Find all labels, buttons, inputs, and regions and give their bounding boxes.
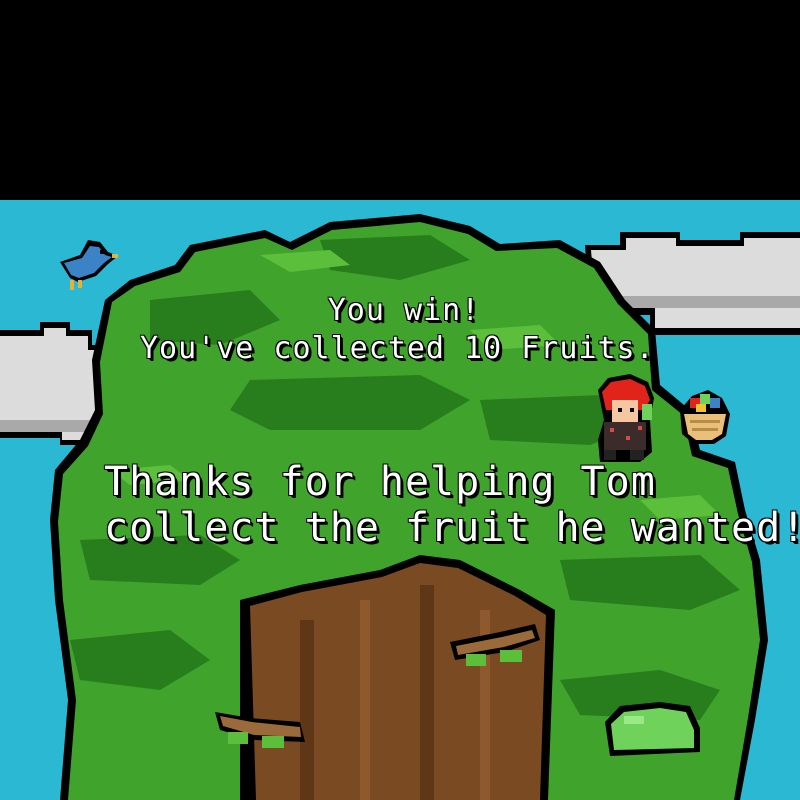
small-bush xyxy=(605,702,700,756)
thanks-message-line-1: Thanks for helping Tom xyxy=(104,459,656,505)
top-black-band xyxy=(0,0,800,200)
game-scene: You win! You've collected 10 Fruits. Tha… xyxy=(0,0,800,800)
win-message: You win! xyxy=(327,293,481,328)
tom-character xyxy=(598,374,654,462)
scene-art xyxy=(0,0,800,800)
tree-trunk xyxy=(240,555,555,800)
fruit-count-message: You've collected 10 Fruits. xyxy=(140,331,655,366)
thanks-message-line-2: collect the fruit he wanted! xyxy=(104,505,800,551)
